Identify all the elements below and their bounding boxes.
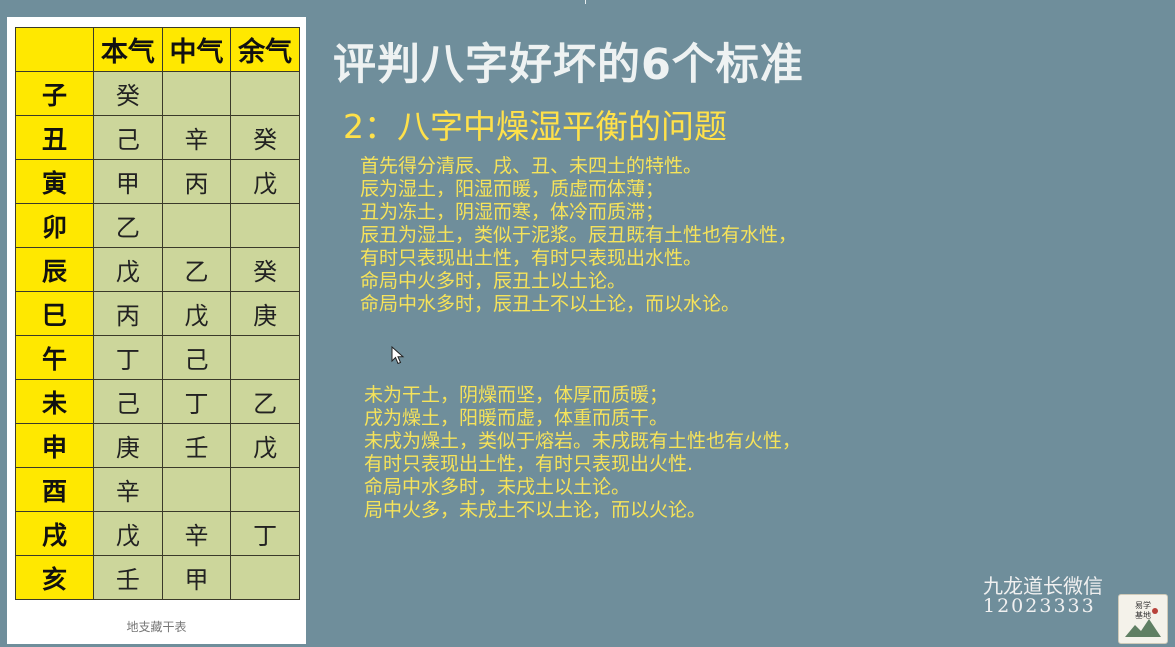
- slide-subtitle: 2：八字中燥湿平衡的问题: [343, 107, 727, 146]
- hidden-stem-cell: 乙: [161, 247, 232, 292]
- hidden-stem-cell: [230, 71, 300, 116]
- svg-text:易学: 易学: [1135, 600, 1151, 610]
- earthly-branch-cell: 申: [15, 423, 94, 468]
- hidden-stem-cell: 壬: [93, 555, 163, 600]
- hidden-stem-cell: 戊: [161, 291, 232, 336]
- hidden-stem-cell: [230, 555, 300, 600]
- text-line: 辰丑为湿土，类似于泥浆。辰丑既有土性也有水性，: [360, 224, 798, 246]
- hidden-stem-cell: 丁: [93, 335, 163, 380]
- earthly-branch-cell: 亥: [15, 555, 94, 600]
- header-benqi: 本气: [93, 27, 163, 72]
- paragraph-weixu: 未为干土，阴燥而坚，体厚而质暖； 戌为燥土，阳暖而虚，体重而质干。 未戌为燥土，…: [364, 384, 801, 522]
- text-line: 有时只表现出土性，有时只表现出水性。: [360, 247, 703, 269]
- text-line: 未为干土，阴燥而坚，体厚而质暖；: [364, 384, 669, 406]
- top-edge-marker: [585, 0, 586, 4]
- earthly-branch-cell: 酉: [15, 467, 94, 512]
- hidden-stem-cell: 甲: [161, 555, 232, 600]
- table-row: 巳丙戊庚: [15, 291, 300, 336]
- hidden-stem-cell: [161, 203, 232, 248]
- hidden-stem-cell: 癸: [230, 247, 300, 292]
- hidden-stem-cell: 丁: [161, 379, 232, 424]
- earthly-branch-cell: 子: [15, 71, 94, 116]
- earthly-branch-cell: 卯: [15, 203, 94, 248]
- hidden-stem-cell: [230, 335, 300, 380]
- table-row: 酉辛: [15, 467, 300, 512]
- earthly-branch-cell: 午: [15, 335, 94, 380]
- table-row: 戌戊辛丁: [15, 511, 300, 556]
- text-line: 局中火多，未戌土不以土论，而以火论。: [364, 499, 707, 521]
- hidden-stem-cell: 甲: [93, 159, 163, 204]
- table-row: 亥壬甲: [15, 555, 300, 600]
- hidden-stem-cell: 戊: [93, 247, 163, 292]
- hidden-stem-cell: 戊: [230, 159, 300, 204]
- hidden-stem-cell: 乙: [93, 203, 163, 248]
- hidden-stem-cell: [161, 71, 232, 116]
- table-row: 辰戊乙癸: [15, 247, 300, 292]
- table-row: 寅甲丙戊: [15, 159, 300, 204]
- table-row: 卯乙: [15, 203, 300, 248]
- text-line: 未戌为燥土，类似于熔岩。未戌既有土性也有火性，: [364, 430, 802, 452]
- header-yuqi: 余气: [230, 27, 300, 72]
- hidden-stem-cell: 乙: [230, 379, 300, 424]
- table-row: 子癸: [15, 71, 300, 116]
- text-line: 命局中水多时，辰丑土不以土论，而以水论。: [360, 293, 741, 315]
- header-corner: [15, 27, 94, 72]
- hidden-stem-cell: 庚: [230, 291, 300, 336]
- hidden-stem-cell: [230, 203, 300, 248]
- hidden-stem-cell: 辛: [161, 115, 232, 160]
- earthly-branch-cell: 戌: [15, 511, 94, 556]
- text-line: 首先得分清辰、戌、丑、未四土的特性。: [360, 155, 703, 177]
- header-zhongqi: 中气: [161, 27, 232, 72]
- svg-text:基地: 基地: [1135, 610, 1151, 620]
- hidden-stems-table: 本气 中气 余气 子癸丑己辛癸寅甲丙戊卯乙辰戊乙癸巳丙戊庚午丁己未己丁乙申庚壬戊…: [15, 27, 300, 600]
- earthly-branch-cell: 寅: [15, 159, 94, 204]
- hidden-stem-cell: 己: [161, 335, 232, 380]
- hidden-stem-cell: 丁: [230, 511, 300, 556]
- table-caption: 地支藏干表: [126, 620, 187, 634]
- text-line: 戌为燥土，阳暖而虚，体重而质干。: [364, 407, 669, 429]
- table-row: 申庚壬戊: [15, 423, 300, 468]
- hidden-stem-cell: [161, 467, 232, 512]
- earthly-branch-cell: 丑: [15, 115, 94, 160]
- hidden-stem-cell: 癸: [230, 115, 300, 160]
- hidden-stem-cell: [230, 467, 300, 512]
- table-row: 丑己辛癸: [15, 115, 300, 160]
- earthly-branch-cell: 辰: [15, 247, 94, 292]
- hidden-stems-table-card: 本气 中气 余气 子癸丑己辛癸寅甲丙戊卯乙辰戊乙癸巳丙戊庚午丁己未己丁乙申庚壬戊…: [7, 17, 306, 644]
- text-line: 命局中火多时，辰丑土以土论。: [360, 270, 627, 292]
- earthly-branch-cell: 巳: [15, 291, 94, 336]
- hidden-stem-cell: 丙: [93, 291, 163, 336]
- hidden-stem-cell: 戊: [93, 511, 163, 556]
- hidden-stem-cell: 戊: [230, 423, 300, 468]
- text-line: 辰为湿土，阳湿而暖，质虚而体薄；: [360, 178, 665, 200]
- table-row: 午丁己: [15, 335, 300, 380]
- hidden-stem-cell: 己: [93, 115, 163, 160]
- paragraph-chenchou: 首先得分清辰、戌、丑、未四土的特性。 辰为湿土，阳湿而暖，质虚而体薄； 丑为冻土…: [360, 155, 797, 316]
- table-row: 未己丁乙: [15, 379, 300, 424]
- mouse-cursor-icon: [391, 346, 405, 365]
- hidden-stem-cell: 辛: [93, 467, 163, 512]
- table-header-row: 本气 中气 余气: [15, 27, 300, 72]
- wechat-number: 12023333: [983, 595, 1096, 617]
- text-line: 有时只表现出土性，有时只表现出火性.: [364, 453, 694, 475]
- slide-title: 评判八字好坏的6个标准: [333, 40, 804, 90]
- hidden-stem-cell: 庚: [93, 423, 163, 468]
- hidden-stem-cell: 癸: [93, 71, 163, 116]
- hidden-stem-cell: 己: [93, 379, 163, 424]
- hidden-stem-cell: 辛: [161, 511, 232, 556]
- earthly-branch-cell: 未: [15, 379, 94, 424]
- text-line: 命局中水多时，未戌土以土论。: [364, 476, 631, 498]
- hidden-stem-cell: 丙: [161, 159, 232, 204]
- text-line: 丑为冻土，阴湿而寒，体冷而质滞；: [360, 201, 665, 223]
- hidden-stem-cell: 壬: [161, 423, 232, 468]
- seal-logo-icon: 易学 基地: [1118, 594, 1168, 644]
